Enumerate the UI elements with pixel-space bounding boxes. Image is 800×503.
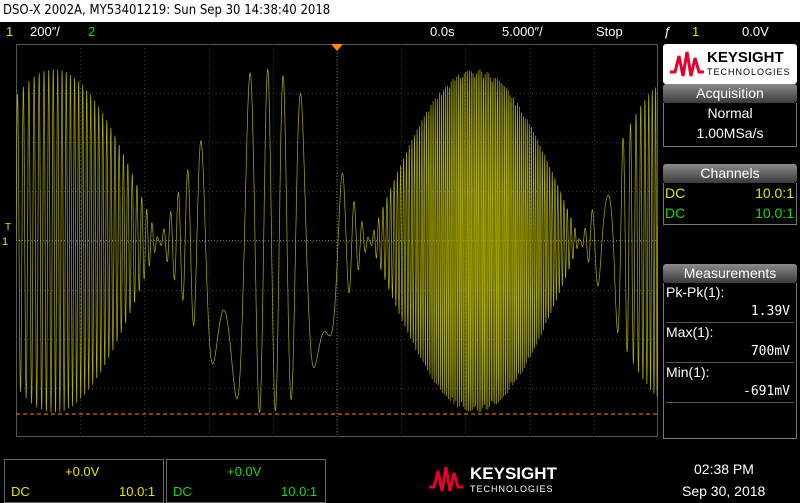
ch1-summary[interactable]: +0.0V DC 10.0:1 (4, 459, 164, 503)
channels-header[interactable]: Channels (663, 164, 797, 183)
time-delay[interactable]: 0.0s (430, 22, 455, 42)
trigger-level[interactable]: 0.0V (742, 22, 769, 42)
measurement-pkpk[interactable]: Pk-Pk(1): 1.39V (664, 283, 796, 323)
ch2-offset: +0.0V (227, 464, 262, 479)
keysight-wave-icon (429, 466, 463, 492)
channel-row-1[interactable]: DC 10.0:1 (664, 183, 796, 203)
waveform-display[interactable] (15, 44, 659, 437)
measurement-min[interactable]: Min(1): -691mV (664, 363, 796, 403)
acquisition-header[interactable]: Acquisition (663, 84, 797, 103)
ch1-scale[interactable]: 200″/ (30, 22, 60, 42)
measurement-label: Pk-Pk(1): (666, 284, 725, 300)
bottom-brand-sub: TECHNOLOGIES (470, 484, 554, 494)
trigger-level-marker[interactable]: T (5, 222, 11, 233)
ch2-bottom-coupling: DC (173, 484, 192, 499)
measurement-label: Max(1): (666, 324, 714, 340)
bottom-logo-area: KEYSIGHT TECHNOLOGIES (328, 459, 650, 503)
keysight-wave-icon (670, 51, 704, 77)
window-title: DSO-X 2002A, MY53401219: Sun Sep 30 14:3… (0, 0, 800, 22)
ch2-probe: 10.0:1 (755, 205, 794, 221)
clock-date: Sep 30, 2018 (682, 483, 766, 499)
brand-sub: TECHNOLOGIES (707, 67, 791, 77)
bottom-brand-name: KEYSIGHT (470, 464, 557, 483)
channels-box: DC 10.0:1 DC 10.0:1 (663, 183, 797, 225)
ch1-probe: 10.0:1 (755, 185, 794, 201)
measurement-label: Min(1): (666, 364, 710, 380)
run-state[interactable]: Stop (596, 22, 623, 42)
ch2-bottom-probe: 10.0:1 (281, 484, 318, 499)
trigger-source[interactable]: 1 (692, 22, 699, 42)
ch1-coupling: DC (665, 185, 686, 201)
waveform-graticule (15, 44, 659, 437)
measurements-header[interactable]: Measurements (663, 264, 797, 283)
measurement-max[interactable]: Max(1): 700mV (664, 323, 796, 363)
time-scale[interactable]: 5.000″/ (502, 22, 543, 42)
ch2-coupling: DC (665, 205, 686, 221)
ch2-summary[interactable]: +0.0V DC 10.0:1 (166, 459, 326, 503)
measurement-value: -691mV (743, 384, 790, 399)
ch1-number[interactable]: 1 (6, 22, 13, 42)
ch2-number[interactable]: 2 (88, 22, 95, 42)
side-panel: KEYSIGHT TECHNOLOGIES Acquisition Normal… (660, 44, 800, 439)
measurements-box: Pk-Pk(1): 1.39V Max(1): 700mV Min(1): -6… (663, 283, 797, 439)
clock-time: 02:38 PM (694, 461, 754, 477)
clock-area: 02:38 PM Sep 30, 2018 (654, 459, 800, 503)
ch1-bottom-coupling: DC (11, 484, 30, 499)
brand-name: KEYSIGHT (707, 49, 784, 66)
acquisition-box: Normal 1.00MSa/s (663, 103, 797, 147)
measurement-value: 700mV (750, 344, 790, 359)
bottom-bar: +0.0V DC 10.0:1 +0.0V DC 10.0:1 KEYSIGHT… (0, 459, 800, 503)
ch1-offset: +0.0V (65, 464, 100, 479)
acquisition-rate: 1.00MSa/s (696, 125, 764, 141)
ch1-bottom-probe: 10.0:1 (119, 484, 156, 499)
ch1-ground-marker[interactable]: 1 (2, 236, 8, 248)
measurement-value: 1.39V (750, 304, 790, 319)
status-bar: 1 200″/ 2 0.0s 5.000″/ Stop ƒ 1 0.0V (0, 22, 800, 42)
keysight-logo: KEYSIGHT TECHNOLOGIES (663, 44, 797, 84)
acquisition-mode: Normal (707, 105, 753, 121)
trigger-icon: ƒ (664, 24, 672, 39)
channel-row-2[interactable]: DC 10.0:1 (664, 203, 796, 223)
